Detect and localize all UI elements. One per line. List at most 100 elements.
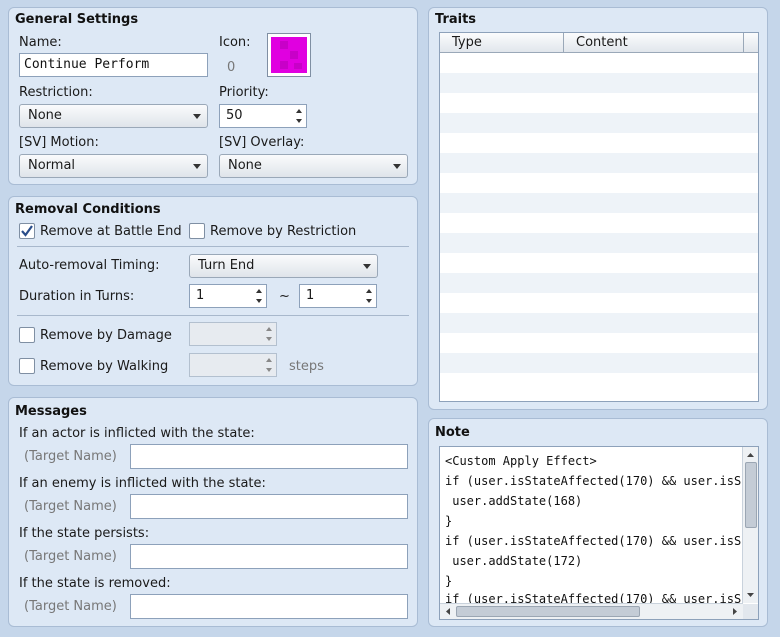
chevron-down-icon	[363, 264, 371, 269]
trait-row[interactable]	[440, 133, 758, 153]
trait-row[interactable]	[440, 253, 758, 273]
name-label: Name:	[19, 35, 62, 50]
by-damage-label[interactable]: Remove by Damage	[40, 328, 172, 343]
spin-down-icon[interactable]	[366, 299, 372, 303]
note-panel: Note <Custom Apply Effect> if (user.isSt…	[428, 418, 768, 627]
timing-combo[interactable]: Turn End	[189, 254, 378, 278]
message-removed-prefix: (Target Name)	[24, 599, 117, 614]
sv-overlay-label: [SV] Overlay:	[219, 135, 305, 150]
sv-motion-combo[interactable]: Normal	[19, 154, 208, 178]
scroll-up-icon[interactable]	[743, 448, 758, 462]
duration-max-value: 1	[306, 288, 315, 303]
column-header-filler	[744, 33, 758, 53]
spin-down-icon[interactable]	[266, 337, 272, 341]
note-scroll-thumb-horizontal[interactable]	[456, 606, 640, 617]
column-header-content[interactable]: Content	[564, 33, 744, 53]
duration-min-spinner[interactable]: 1	[189, 284, 267, 308]
by-walking-checkbox[interactable]	[19, 358, 35, 374]
sv-motion-label: [SV] Motion:	[19, 135, 99, 150]
damage-percent-spinner[interactable]	[189, 322, 277, 346]
sv-motion-value: Normal	[28, 158, 76, 173]
trait-row[interactable]	[440, 233, 758, 253]
trait-row[interactable]	[440, 333, 758, 353]
message-persists-prefix: (Target Name)	[24, 549, 117, 564]
spin-up-icon[interactable]	[256, 289, 262, 293]
trait-row[interactable]	[440, 113, 758, 133]
message-persists-input[interactable]	[130, 544, 408, 569]
traits-title: Traits	[435, 12, 477, 27]
traits-list[interactable]: Type Content	[439, 32, 759, 402]
icon-picker[interactable]	[267, 33, 311, 77]
state-icon	[271, 37, 307, 73]
message-actor-prefix: (Target Name)	[24, 449, 117, 464]
battle-end-checkbox[interactable]	[19, 223, 35, 239]
note-line: }	[445, 574, 453, 588]
note-scroll-thumb-vertical[interactable]	[745, 462, 757, 528]
priority-label: Priority:	[219, 85, 269, 100]
note-line: user.addState(168)	[445, 494, 583, 508]
restriction-combo[interactable]: None	[19, 104, 208, 128]
message-actor-input[interactable]	[130, 444, 408, 469]
message-enemy-input[interactable]	[130, 494, 408, 519]
trait-row[interactable]	[440, 193, 758, 213]
by-damage-checkbox[interactable]	[19, 327, 35, 343]
column-header-type[interactable]: Type	[440, 33, 564, 53]
note-vertical-scrollbar[interactable]	[742, 447, 758, 603]
scroll-right-icon[interactable]	[728, 604, 742, 619]
trait-row[interactable]	[440, 153, 758, 173]
scroll-left-icon[interactable]	[441, 604, 455, 619]
removal-conditions-panel: Removal Conditions Remove at Battle End …	[8, 196, 418, 386]
icon-label: Icon:	[219, 35, 251, 50]
scroll-corner	[743, 604, 758, 619]
note-horizontal-scrollbar[interactable]	[440, 603, 743, 619]
trait-row[interactable]	[440, 373, 758, 393]
spin-up-icon[interactable]	[266, 327, 272, 331]
scroll-down-icon[interactable]	[743, 588, 758, 602]
trait-row[interactable]	[440, 173, 758, 193]
priority-spinner[interactable]: 50	[219, 104, 307, 128]
walking-steps-spinner[interactable]	[189, 353, 277, 377]
sv-overlay-value: None	[228, 158, 262, 173]
timing-label: Auto-removal Timing:	[19, 258, 160, 273]
messages-title: Messages	[15, 404, 87, 419]
general-settings-panel: General Settings Name: Continue Perform …	[8, 7, 418, 185]
sv-overlay-combo[interactable]: None	[219, 154, 408, 178]
note-textarea[interactable]: <Custom Apply Effect> if (user.isStateAf…	[439, 446, 759, 620]
message-persists-label: If the state persists:	[19, 526, 150, 541]
note-title: Note	[435, 425, 470, 440]
restriction-value: None	[28, 108, 62, 123]
trait-row[interactable]	[440, 73, 758, 93]
general-settings-title: General Settings	[15, 12, 139, 27]
spin-down-icon[interactable]	[266, 368, 272, 372]
steps-label: steps	[289, 359, 324, 374]
trait-row[interactable]	[440, 273, 758, 293]
spin-up-icon[interactable]	[266, 358, 272, 362]
message-removed-input[interactable]	[130, 594, 408, 619]
by-restriction-checkbox[interactable]	[189, 223, 205, 239]
duration-max-spinner[interactable]: 1	[299, 284, 377, 308]
message-removed-label: If the state is removed:	[19, 576, 171, 591]
trait-row[interactable]	[440, 213, 758, 233]
battle-end-label[interactable]: Remove at Battle End	[40, 224, 182, 239]
spin-up-icon[interactable]	[366, 289, 372, 293]
trait-row[interactable]	[440, 293, 758, 313]
message-enemy-prefix: (Target Name)	[24, 499, 117, 514]
note-line: <Custom Apply Effect>	[445, 454, 597, 468]
message-actor-label: If an actor is inflicted with the state:	[19, 426, 255, 441]
trait-row[interactable]	[440, 313, 758, 333]
spin-up-icon[interactable]	[296, 109, 302, 113]
note-line: }	[445, 514, 453, 528]
tilde-separator: ~	[279, 289, 290, 304]
by-walking-label[interactable]: Remove by Walking	[40, 359, 168, 374]
trait-row[interactable]	[440, 93, 758, 113]
trait-row[interactable]	[440, 353, 758, 373]
check-icon	[21, 225, 33, 237]
trait-row[interactable]	[440, 53, 758, 73]
note-line: if (user.isStateAffected(170) && user.is…	[445, 474, 756, 488]
note-line: user.addState(172)	[445, 554, 583, 568]
name-input[interactable]: Continue Perform	[19, 53, 208, 77]
by-restriction-label[interactable]: Remove by Restriction	[210, 224, 356, 239]
divider	[17, 246, 409, 247]
spin-down-icon[interactable]	[256, 299, 262, 303]
spin-down-icon[interactable]	[296, 119, 302, 123]
